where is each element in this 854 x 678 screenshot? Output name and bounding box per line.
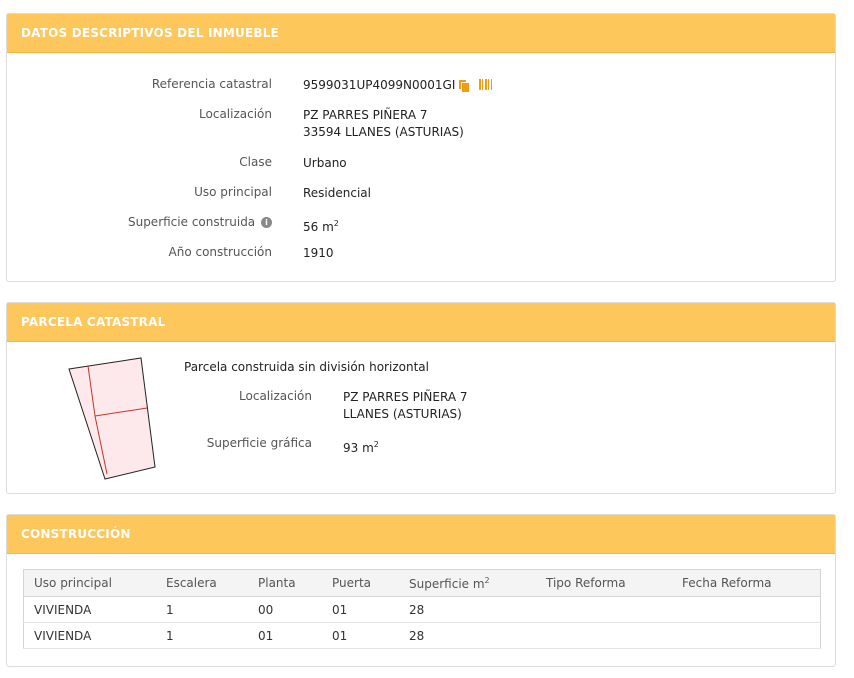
localizacion-value: PZ PARRES PIÑERA 7 33594 LLANES (ASTURIA… xyxy=(303,107,464,141)
col-puerta: Puerta xyxy=(322,569,399,597)
uso-principal-value: Residencial xyxy=(303,186,371,200)
cell-tipo-reforma xyxy=(536,596,672,623)
localizacion-label: Localización xyxy=(199,107,272,121)
uso-principal-label: Uso principal xyxy=(194,185,272,199)
col-superficie: Superficie m2 xyxy=(399,569,536,597)
parcela-loc-label: Localización xyxy=(239,389,312,403)
barcode-icon[interactable] xyxy=(479,79,493,90)
table-row: VIVIENDA 1 01 01 28 xyxy=(23,622,821,649)
clase-value: Urbano xyxy=(303,156,347,170)
cell-planta: 00 xyxy=(248,596,322,623)
localizacion-line1: PZ PARRES PIÑERA 7 xyxy=(303,108,428,122)
copy-icon[interactable] xyxy=(458,79,471,93)
clase-label: Clase xyxy=(239,155,272,169)
construccion-panel-title: CONSTRUCCIÓN xyxy=(7,515,835,554)
info-icon[interactable]: i xyxy=(261,217,272,228)
cell-superficie: 28 xyxy=(399,596,536,623)
ref-catastral-label: Referencia catastral xyxy=(151,77,272,91)
superficie-construida-num: 56 m xyxy=(303,220,334,234)
table-header-row: Uso principal Escalera Planta Puerta Sup… xyxy=(23,569,821,597)
cell-puerta: 01 xyxy=(322,596,399,623)
superficie-grafica-exp: 2 xyxy=(373,440,379,449)
parcela-catastral-panel: PARCELA CATASTRAL Parcela construida sin… xyxy=(6,302,836,494)
parcel-map[interactable] xyxy=(65,355,165,485)
cell-puerta: 01 xyxy=(322,622,399,649)
datos-descriptivos-panel: DATOS DESCRIPTIVOS DEL INMUEBLE Referenc… xyxy=(6,13,836,282)
cell-fecha-reforma xyxy=(672,622,821,649)
cell-uso: VIVIENDA xyxy=(23,622,156,649)
datos-panel-title: DATOS DESCRIPTIVOS DEL INMUEBLE xyxy=(7,14,835,53)
cell-escalera: 1 xyxy=(156,622,248,649)
parcela-loc-line1: PZ PARRES PIÑERA 7 xyxy=(343,390,468,404)
cell-uso: VIVIENDA xyxy=(23,596,156,623)
localizacion-line2: 33594 LLANES (ASTURIAS) xyxy=(303,125,464,139)
superficie-construida-text: Superficie construida xyxy=(127,215,256,229)
ref-catastral-value-wrap: 9599031UP4099N0001GI xyxy=(303,77,493,94)
construccion-panel: CONSTRUCCIÓN Uso principal Escalera Plan… xyxy=(6,514,836,667)
col-tipo-reforma: Tipo Reforma xyxy=(536,569,672,597)
col-superficie-exp: 2 xyxy=(484,575,490,585)
parcela-loc-value: PZ PARRES PIÑERA 7 LLANES (ASTURIAS) xyxy=(343,389,467,423)
superficie-grafica-value: 93 m2 xyxy=(343,436,379,457)
superficie-grafica-label: Superficie gráfica xyxy=(206,436,312,450)
cell-escalera: 1 xyxy=(156,596,248,623)
parcela-panel-title: PARCELA CATASTRAL xyxy=(7,303,835,342)
cell-tipo-reforma xyxy=(536,622,672,649)
anio-construccion-label: Año construcción xyxy=(168,245,273,259)
col-escalera: Escalera xyxy=(156,569,248,597)
superficie-construida-value: 56 m2 xyxy=(303,215,339,236)
cell-fecha-reforma xyxy=(672,596,821,623)
cell-superficie: 28 xyxy=(399,622,536,649)
ref-catastral-value: 9599031UP4099N0001GI xyxy=(303,78,456,92)
col-uso-principal: Uso principal xyxy=(23,569,156,597)
anio-construccion-value: 1910 xyxy=(303,246,334,260)
parcela-desc: Parcela construida sin división horizont… xyxy=(184,360,429,374)
table-row: VIVIENDA 1 00 01 28 xyxy=(23,596,821,623)
superficie-construida-label: Superficie construida i xyxy=(128,215,272,229)
col-superficie-text: Superficie m xyxy=(409,576,485,591)
superficie-grafica-num: 93 m xyxy=(343,441,374,455)
parcel-outline xyxy=(68,357,156,480)
superficie-construida-exp: 2 xyxy=(333,219,339,228)
col-fecha-reforma: Fecha Reforma xyxy=(672,569,821,597)
construccion-table: Uso principal Escalera Planta Puerta Sup… xyxy=(23,569,821,649)
parcela-loc-line2: LLANES (ASTURIAS) xyxy=(343,407,462,421)
col-planta: Planta xyxy=(248,569,322,597)
cell-planta: 01 xyxy=(248,622,322,649)
